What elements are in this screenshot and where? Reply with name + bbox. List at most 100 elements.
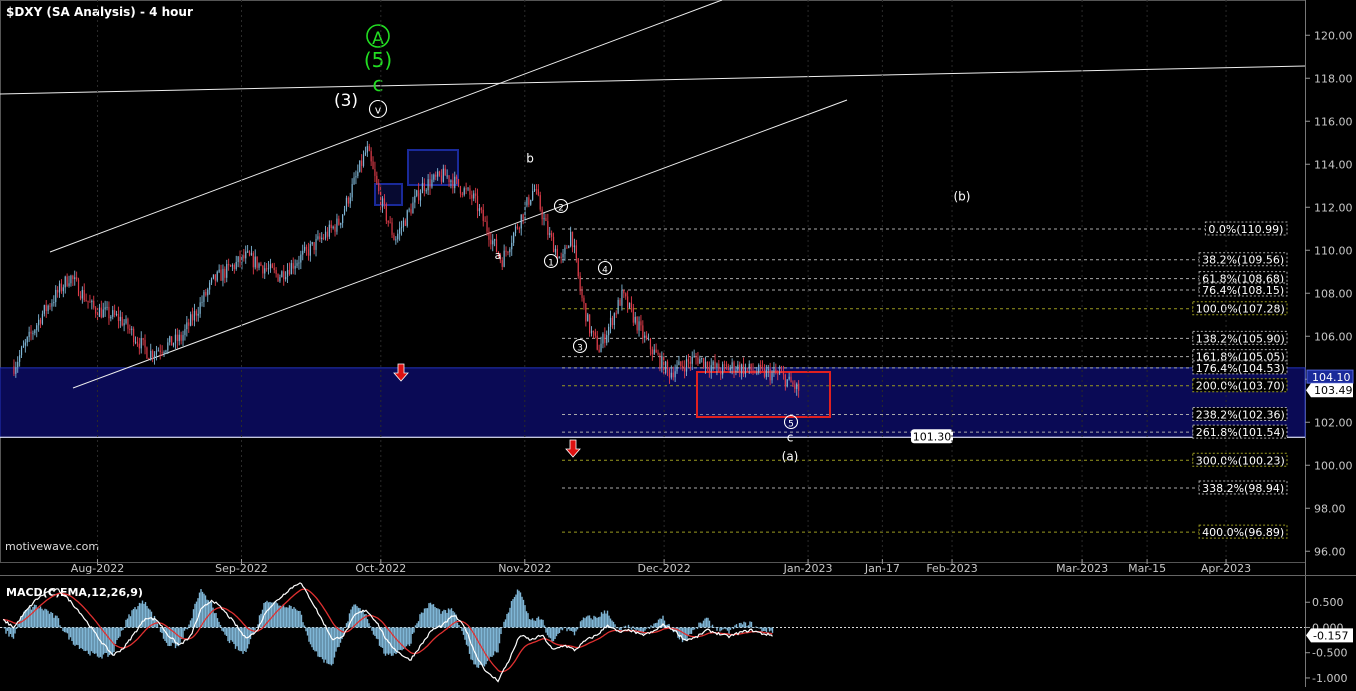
macd-title: MACD(C,EMA,12,26,9)	[6, 586, 143, 599]
macd-hist-bar	[114, 627, 117, 644]
macd-hist-bar	[552, 627, 555, 642]
macd-hist-bar	[491, 627, 493, 657]
macd-hist-bar	[216, 618, 219, 628]
macd-hist-bar	[626, 626, 628, 628]
candle-body	[395, 239, 397, 241]
candle-body	[619, 299, 621, 306]
macd-hist-bar	[65, 627, 67, 633]
macd-hist-bar	[482, 627, 484, 666]
candle-body	[389, 222, 391, 224]
macd-hist-bar	[225, 627, 228, 636]
candle-body	[712, 361, 714, 366]
candle-body	[98, 307, 101, 317]
candle-body	[387, 220, 389, 223]
candle-body	[38, 319, 40, 326]
macd-hist-bar	[558, 627, 561, 634]
wave-label: 1	[548, 258, 554, 268]
macd-hist-bar	[657, 619, 660, 628]
candle-body	[556, 248, 558, 259]
candle-body	[343, 209, 346, 215]
candle-body	[790, 376, 792, 383]
macd-hist-bar	[509, 607, 511, 628]
candle-body	[528, 197, 530, 205]
macd-hist-bar	[416, 623, 418, 628]
macd-hist-bar	[728, 627, 730, 635]
candle-body	[440, 175, 443, 182]
macd-hist-bar	[297, 610, 300, 628]
candle-body	[779, 372, 781, 374]
x-tick-label: Jan-2023	[783, 562, 833, 575]
candle-body	[655, 349, 657, 353]
macd-hist-bar	[614, 624, 616, 628]
candle-body	[625, 293, 627, 297]
candle-body	[380, 191, 382, 208]
macd-hist-bar	[648, 627, 651, 629]
candle-body	[83, 290, 85, 301]
macd-hist-bar	[350, 609, 352, 628]
macd-hist-bar	[755, 626, 757, 628]
candle-body	[114, 310, 116, 315]
candle-body	[231, 264, 234, 267]
candle-body	[435, 174, 437, 177]
candle-body	[81, 290, 83, 299]
candle-body	[281, 271, 283, 278]
macd-hist-bar	[32, 607, 34, 628]
candle-body	[545, 218, 547, 222]
macd-hist-bar	[48, 613, 51, 628]
macd-hist-bar	[131, 610, 133, 628]
candle-body	[602, 334, 604, 344]
macd-hist-bar	[612, 621, 615, 628]
candle-body	[55, 289, 57, 303]
macd-hist-bar	[66, 627, 69, 634]
macd-hist-bar	[324, 627, 327, 660]
macd-hist-bar	[414, 625, 417, 628]
candle-body	[144, 339, 146, 348]
candle-body	[731, 362, 733, 368]
macd-hist-bar	[527, 613, 529, 628]
candle-body	[551, 233, 553, 237]
macd-hist-bar	[534, 620, 537, 628]
candle-body	[480, 208, 482, 210]
candle-body	[290, 263, 292, 275]
macd-hist-bar	[282, 604, 285, 628]
macd-hist-bar	[605, 613, 607, 628]
candle-body	[644, 335, 646, 338]
macd-hist-bar	[758, 627, 760, 629]
candle-body	[511, 242, 513, 250]
macd-hist-bar	[267, 602, 270, 628]
candle-body	[756, 372, 758, 374]
candle-body	[418, 190, 420, 201]
macd-hist-bar	[123, 626, 126, 628]
candle-body	[547, 221, 549, 235]
candle-body	[665, 361, 667, 373]
candle-body	[300, 254, 302, 263]
macd-hist-bar	[243, 627, 246, 651]
macd-hist-bar	[222, 627, 225, 632]
candle-body	[577, 258, 579, 277]
candle-body	[659, 354, 661, 368]
candle-body	[288, 269, 291, 275]
candle-body	[549, 233, 551, 235]
candle-body	[433, 174, 435, 180]
macd-hist-bar	[633, 627, 636, 630]
candle-body	[305, 246, 308, 250]
candle-body	[161, 352, 163, 354]
candle-body	[366, 146, 368, 153]
candle-body	[334, 226, 336, 232]
macd-hist-bar	[158, 627, 160, 628]
candle-body	[649, 338, 652, 350]
candle-body	[720, 371, 722, 375]
macd-hist-bar	[36, 608, 39, 628]
candle-body	[615, 313, 617, 315]
candle-body	[710, 365, 712, 372]
macd-hist-bar	[644, 627, 646, 631]
candle-body	[469, 188, 471, 195]
candle-body	[353, 177, 355, 185]
candle-body	[564, 247, 566, 254]
candle-body	[15, 367, 17, 374]
candle-body	[522, 214, 524, 219]
candle-body	[178, 334, 180, 342]
candle-body	[188, 322, 190, 326]
candle-body	[176, 334, 178, 342]
macd-hist-bar	[429, 602, 432, 628]
